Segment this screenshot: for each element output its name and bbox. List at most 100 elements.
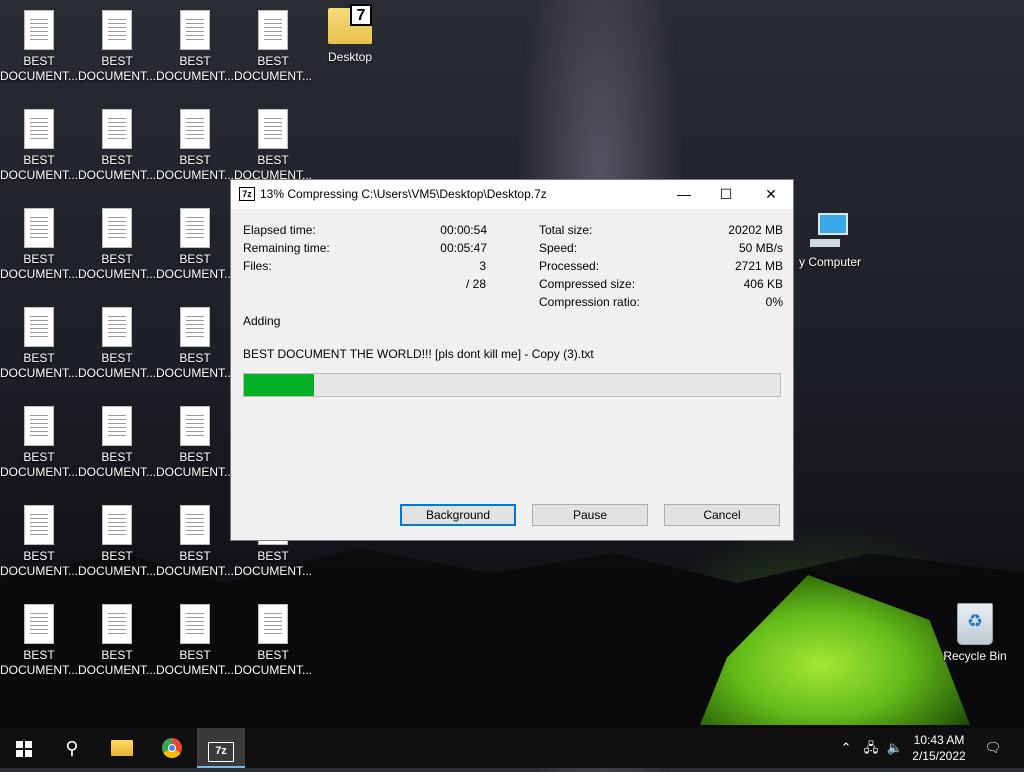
speed-value: 50 MB/s [738,241,783,255]
desktop-document-icon[interactable]: BESTDOCUMENT... [78,198,156,284]
desktop-document-icon[interactable]: BESTDOCUMENT... [156,297,234,383]
desktop-document-icon[interactable]: BESTDOCUMENT... [0,594,78,680]
desktop-document-icon[interactable]: BESTDOCUMENT... [0,0,78,86]
document-label-line1: BEST [101,252,133,266]
show-hidden-icons-button[interactable]: ⌃ [836,728,856,768]
elapsed-time-label: Elapsed time: [243,223,316,237]
desktop-folder-icon[interactable]: 7 Desktop [311,0,389,86]
document-label-line2: DOCUMENT... [0,168,78,182]
desktop-document-icon[interactable]: BESTDOCUMENT... [234,594,312,680]
recycle-bin[interactable]: Recycle Bin [936,595,1014,681]
elapsed-time-value: 00:00:54 [440,223,487,237]
document-label-line2: DOCUMENT... [0,267,78,281]
text-document-icon [180,10,210,50]
desktop-document-icon[interactable]: BESTDOCUMENT... [78,594,156,680]
text-document-icon [258,10,288,50]
document-label-line2: DOCUMENT... [234,663,312,677]
text-document-icon [102,406,132,446]
files-value: 3 [479,259,486,273]
desktop-document-icon[interactable]: BESTDOCUMENT... [0,495,78,581]
remaining-time-value: 00:05:47 [440,241,487,255]
dialog-title: 13% Compressing C:\Users\VM5\Desktop\Des… [260,187,547,201]
start-button[interactable] [0,728,48,768]
7zip-taskbar-button[interactable]: 7z [197,728,245,768]
document-label-line2: DOCUMENT... [156,663,234,677]
text-document-icon [180,505,210,545]
progress-bar [243,373,781,397]
desktop-document-icon[interactable]: BESTDOCUMENT... [0,99,78,185]
desktop-document-icon[interactable]: BESTDOCUMENT... [156,99,234,185]
text-document-icon [24,604,54,644]
taskbar: ⚲ 7z ⌃ 🖧 🔈 10:43 AM 2/15/2022 🗨 [0,728,1024,768]
document-label-line1: BEST [23,549,55,563]
desktop-document-icon[interactable]: BESTDOCUMENT... [78,396,156,482]
document-label-line2: DOCUMENT... [0,564,78,578]
document-label-line2: DOCUMENT... [78,366,156,380]
total-size-value: 20202 MB [728,223,783,237]
document-label-line1: BEST [179,450,211,464]
document-label-line1: BEST [23,153,55,167]
desktop-document-icon[interactable]: BESTDOCUMENT... [78,0,156,86]
desktop-document-icon[interactable]: BESTDOCUMENT... [78,99,156,185]
notifications-button[interactable]: 🗨 [978,728,1008,768]
chrome-button[interactable] [148,728,196,768]
text-document-icon [24,307,54,347]
maximize-button[interactable]: ☐ [703,180,749,209]
desktop-document-icon[interactable]: BESTDOCUMENT... [0,396,78,482]
document-label-line2: DOCUMENT... [156,465,234,479]
cancel-button[interactable]: Cancel [664,504,780,526]
desktop-document-icon[interactable]: BESTDOCUMENT... [156,396,234,482]
dialog-titlebar[interactable]: 7z 13% Compressing C:\Users\VM5\Desktop\… [231,180,793,209]
document-label-line1: BEST [101,54,133,68]
compressed-size-label: Compressed size: [539,277,636,291]
speaker-icon: 🔈 [886,740,904,755]
document-label-line2: DOCUMENT... [156,366,234,380]
compression-ratio-value: 0% [765,295,783,309]
text-document-icon [24,505,54,545]
pause-button[interactable]: Pause [532,504,648,526]
desktop-document-icon[interactable]: BESTDOCUMENT... [234,0,312,86]
document-label-line2: DOCUMENT... [0,69,78,83]
desktop-document-icon[interactable]: BESTDOCUMENT... [156,495,234,581]
document-label-line1: BEST [101,351,133,365]
desktop-document-icon[interactable]: BESTDOCUMENT... [78,297,156,383]
my-computer-icon[interactable]: y Computer [790,205,870,291]
processed-label: Processed: [539,259,600,273]
clock[interactable]: 10:43 AM 2/15/2022 [908,732,970,764]
document-label-line1: BEST [101,153,133,167]
document-label-line2: DOCUMENT... [156,267,234,281]
desktop-document-icon[interactable]: BESTDOCUMENT... [78,495,156,581]
close-button[interactable]: ✕ [748,180,794,209]
document-label-line1: BEST [179,54,211,68]
desktop-document-icon[interactable]: BESTDOCUMENT... [0,297,78,383]
document-label-line1: BEST [101,648,133,662]
volume-button[interactable]: 🔈 [884,728,906,768]
computer-icon [810,213,850,253]
document-label-line1: BEST [23,54,55,68]
document-label-line2: DOCUMENT... [0,465,78,479]
document-label-line1: BEST [179,351,211,365]
search-button[interactable]: ⚲ [48,728,96,768]
document-label-line1: BEST [257,54,289,68]
desktop-document-icon[interactable]: BESTDOCUMENT... [156,0,234,86]
background-button[interactable]: Background [400,504,516,526]
desktop-document-icon[interactable]: BESTDOCUMENT... [156,594,234,680]
desktop-document-icon[interactable]: BESTDOCUMENT... [234,99,312,185]
files-total-value: / 28 [465,277,486,291]
chevron-up-icon: ⌃ [840,740,852,755]
text-document-icon [102,10,132,50]
minimize-button[interactable]: — [661,180,707,209]
document-label-line1: BEST [179,252,211,266]
document-label-line2: DOCUMENT... [78,168,156,182]
status-text: Adding [243,314,281,328]
clock-time: 10:43 AM [913,733,965,747]
document-label-line1: BEST [23,351,55,365]
recycle-bin-label: Recycle Bin [943,649,1007,663]
desktop-document-icon[interactable]: BESTDOCUMENT... [156,198,234,284]
file-explorer-button[interactable] [98,728,146,768]
document-label-line2: DOCUMENT... [156,168,234,182]
document-label-line1: BEST [179,153,211,167]
network-button[interactable]: 🖧 [860,728,882,768]
windows-logo-icon [16,741,32,757]
desktop-document-icon[interactable]: BESTDOCUMENT... [0,198,78,284]
